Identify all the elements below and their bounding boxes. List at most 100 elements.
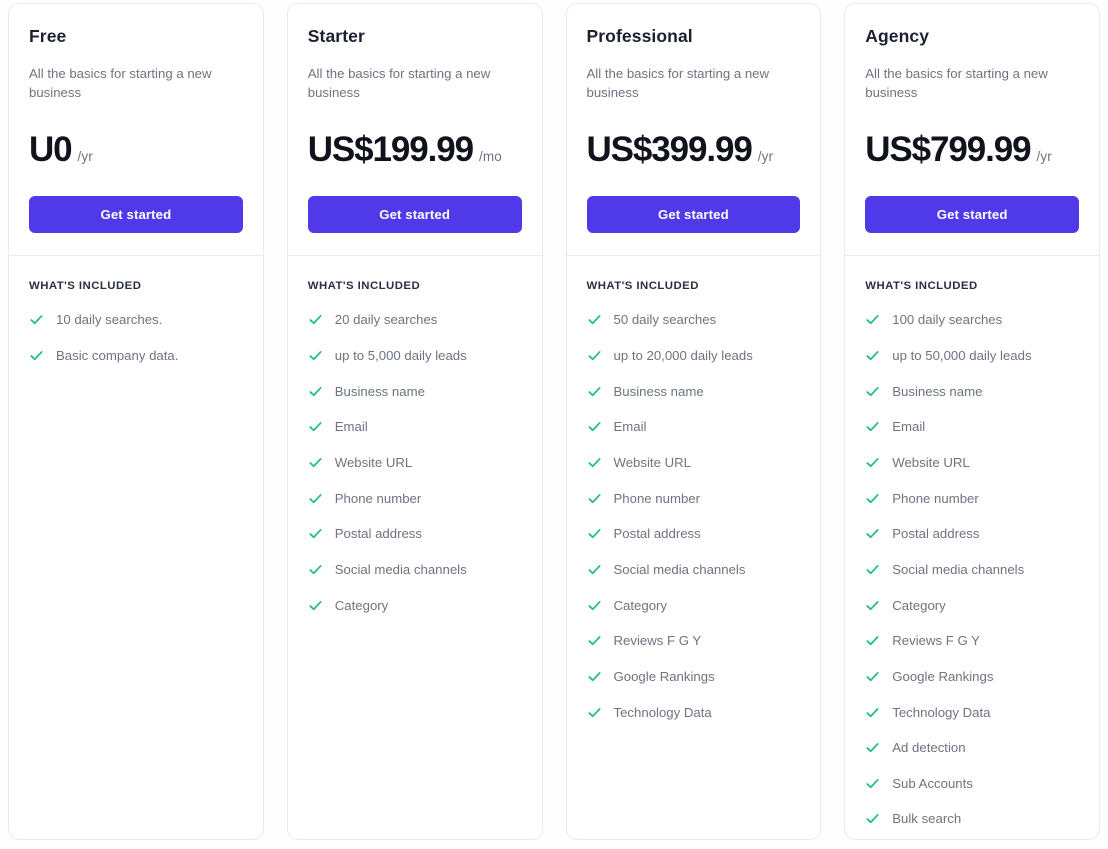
feature-item: Phone number [308, 490, 522, 507]
price-period: /yr [1036, 149, 1052, 165]
feature-item: Website URL [308, 454, 522, 471]
feature-item: 50 daily searches [587, 311, 801, 328]
price-period: /yr [757, 149, 774, 165]
check-icon [29, 312, 44, 327]
feature-label: Postal address [892, 526, 980, 542]
plan-price: US$199.99/mo [308, 132, 522, 167]
check-icon [587, 491, 602, 506]
check-icon [865, 811, 880, 826]
check-icon [587, 312, 602, 327]
check-icon [308, 455, 323, 470]
check-icon [865, 562, 880, 577]
check-icon [865, 419, 880, 434]
feature-item: 10 daily searches. [29, 311, 243, 328]
check-icon [587, 705, 602, 720]
plan-header: Starter All the basics for starting a new… [287, 4, 542, 257]
feature-label: Website URL [892, 454, 970, 470]
feature-item: Google Rankings [865, 668, 1079, 685]
price-amount: US$799.99 [865, 130, 1031, 170]
feature-list: 100 daily searches up to 50,000 daily lea… [865, 311, 1079, 839]
check-icon [308, 419, 323, 434]
feature-label: Postal address [613, 526, 701, 542]
feature-label: Technology Data [892, 704, 991, 720]
feature-label: Postal address [334, 526, 422, 542]
feature-item: Website URL [865, 454, 1079, 471]
price-amount: US$199.99 [307, 130, 474, 170]
feature-label: up to 50,000 daily leads [892, 347, 1032, 363]
feature-item: Postal address [308, 525, 522, 542]
plan-description: All the basics for starting a new busine… [307, 66, 491, 101]
check-icon [29, 348, 44, 363]
price-amount: US$399.99 [586, 130, 753, 170]
feature-item: Business name [865, 383, 1079, 400]
feature-label: 100 daily searches [892, 312, 1003, 328]
feature-item: Technology Data [865, 704, 1079, 721]
get-started-button[interactable]: Get started [865, 196, 1079, 234]
feature-item: up to 50,000 daily leads [865, 347, 1079, 364]
feature-item: Business name [308, 383, 522, 400]
plan-title: Professional [586, 26, 693, 46]
feature-label: Email [334, 419, 368, 435]
check-icon [587, 384, 602, 399]
check-icon [308, 312, 323, 327]
plan-card-starter: Starter All the basics for starting a new… [286, 3, 543, 840]
feature-item: Social media channels [308, 561, 522, 578]
feature-label: Category [334, 597, 389, 613]
price-amount: U0 [29, 130, 73, 170]
feature-label: 50 daily searches [613, 312, 717, 328]
plan-header: Free All the basics for starting a new bu… [9, 4, 263, 257]
check-icon [865, 705, 880, 720]
feature-item: 100 daily searches [865, 311, 1079, 328]
get-started-button[interactable]: Get started [586, 196, 801, 234]
check-icon [865, 491, 880, 506]
feature-label: Category [613, 597, 668, 613]
check-icon [865, 776, 880, 791]
plan-header: Professional All the basics for starting … [566, 4, 821, 257]
feature-label: up to 5,000 daily leads [334, 347, 467, 363]
get-started-button[interactable]: Get started [29, 196, 243, 234]
plan-description: All the basics for starting a new busine… [586, 66, 770, 101]
price-period: /mo [479, 149, 502, 165]
feature-item: Email [587, 418, 801, 435]
feature-label: Phone number [613, 490, 701, 506]
plan-title: Free [29, 26, 67, 46]
feature-item: Ad detection [865, 739, 1079, 756]
check-icon [587, 348, 602, 363]
feature-item: Phone number [587, 490, 801, 507]
check-icon [865, 312, 880, 327]
feature-label: Social media channels [334, 561, 467, 577]
feature-label: up to 20,000 daily leads [613, 347, 753, 363]
check-icon [587, 669, 602, 684]
whats-included-label: WHAT'S INCLUDED [586, 280, 699, 293]
feature-label: Bulk search [892, 811, 962, 827]
feature-item: Social media channels [587, 561, 801, 578]
feature-label: Social media channels [613, 561, 746, 577]
plan-features: WHAT'S INCLUDED 10 daily searches. Basic c… [9, 256, 263, 839]
check-icon [308, 598, 323, 613]
feature-item: Social media channels [865, 561, 1079, 578]
feature-label: Website URL [334, 454, 413, 470]
plan-card-professional: Professional All the basics for starting … [565, 3, 822, 840]
plan-header: Agency All the basics for starting a new … [845, 4, 1099, 257]
whats-included-label: WHAT'S INCLUDED [29, 280, 142, 293]
plan-features: WHAT'S INCLUDED 50 daily searches up to 20… [567, 256, 821, 839]
plan-features: WHAT'S INCLUDED 20 daily searches up to 5,… [288, 256, 542, 839]
feature-label: 20 daily searches [334, 312, 438, 328]
check-icon [587, 633, 602, 648]
feature-label: Phone number [892, 490, 979, 506]
whats-included-label: WHAT'S INCLUDED [865, 280, 978, 293]
plan-description: All the basics for starting a new busine… [29, 66, 212, 101]
pricing-plans-grid: Free All the basics for starting a new bu… [0, 0, 1108, 849]
plan-card-free: Free All the basics for starting a new bu… [8, 3, 264, 840]
check-icon [865, 740, 880, 755]
feature-item: up to 5,000 daily leads [308, 347, 522, 364]
feature-item: Basic company data. [29, 347, 243, 364]
feature-item: Postal address [587, 525, 801, 542]
check-icon [587, 598, 602, 613]
get-started-button[interactable]: Get started [307, 196, 522, 234]
check-icon [587, 455, 602, 470]
feature-item: Category [308, 597, 522, 614]
feature-item: up to 20,000 daily leads [587, 347, 801, 364]
plan-price: US$399.99/yr [587, 132, 801, 167]
feature-label: Ad detection [892, 740, 966, 756]
